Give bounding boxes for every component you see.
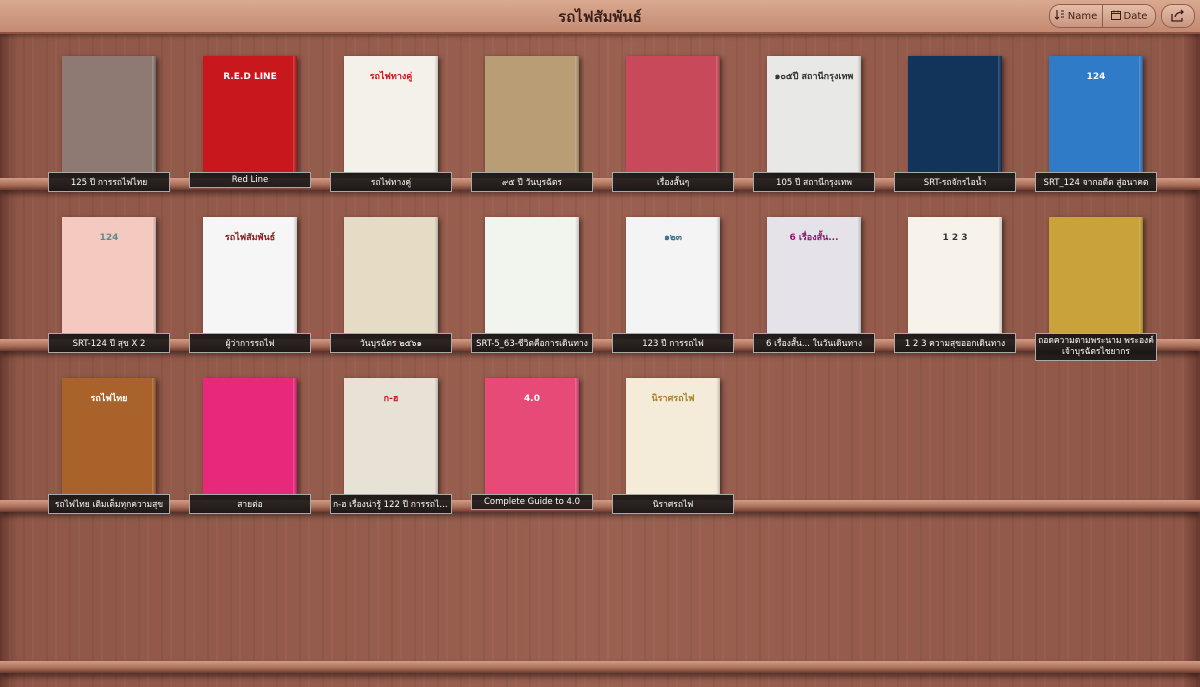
book-title-label[interactable]: SRT_124 จากอดีต สู่อนาคต: [1035, 172, 1157, 192]
share-icon: [1171, 7, 1185, 26]
book-title-label[interactable]: Complete Guide to 4.0: [471, 494, 593, 510]
book-cover[interactable]: 4.0: [485, 378, 579, 494]
book-title-label[interactable]: ๙๕ ปี วันบุรฉัตร: [471, 172, 593, 192]
book-cover-text: 124: [99, 233, 119, 243]
book-title-label[interactable]: สายต่อ: [189, 494, 311, 514]
sort-by-name-button[interactable]: Name: [1050, 5, 1102, 27]
book-title-label[interactable]: SRT-รถจักรไอน้ำ: [894, 172, 1016, 192]
book-title-label[interactable]: รถไฟทางคู่: [330, 172, 452, 192]
book-cover[interactable]: ๑๐๕ปี สถานีกรุงเทพ: [767, 56, 861, 172]
book-cover-text: ๑๐๕ปี สถานีกรุงเทพ: [774, 72, 854, 82]
book-cover[interactable]: 124: [62, 217, 156, 333]
book-cover[interactable]: [62, 56, 156, 172]
book-cover-text: 6 เรื่องสั้น...: [789, 233, 839, 243]
book-cover[interactable]: 124: [1049, 56, 1143, 172]
sort-date-label: Date: [1123, 10, 1148, 22]
book-title-label[interactable]: 125 ปี การรถไฟไทย: [48, 172, 170, 192]
book-title-label[interactable]: 105 ปี สถานีกรุงเทพ: [753, 172, 875, 192]
shelf-board: [0, 500, 1200, 512]
book-cover[interactable]: [626, 56, 720, 172]
share-button[interactable]: [1161, 4, 1195, 28]
book-cover[interactable]: [203, 378, 297, 494]
book-title-label[interactable]: SRT-124 ปี สุข X 2: [48, 333, 170, 353]
sort-name-label: Name: [1067, 10, 1098, 22]
book-title-label[interactable]: 123 ปี การรถไฟ: [612, 333, 734, 353]
book-cover[interactable]: [1049, 217, 1143, 333]
book-cover[interactable]: รถไฟทางคู่: [344, 56, 438, 172]
calendar-icon: [1110, 10, 1121, 23]
book-title-label[interactable]: วันบุรฉัตร ๒๕๖๑: [330, 333, 452, 353]
book-title-label[interactable]: 6 เรื่องสั้น... ในวันเดินทาง: [753, 333, 875, 353]
book-title-label[interactable]: รถไฟไทย เติมเต็มทุกความสุข: [48, 494, 170, 514]
book-cover[interactable]: [485, 56, 579, 172]
book-cover[interactable]: [908, 56, 1002, 172]
shelf-board: [0, 339, 1200, 351]
book-title-label[interactable]: Red Line: [189, 172, 311, 188]
book-cover[interactable]: 6 เรื่องสั้น...: [767, 217, 861, 333]
shelf-board: [0, 178, 1200, 190]
book-title-label[interactable]: นิราศรถไฟ: [612, 494, 734, 514]
sort-control: Name Date: [1049, 4, 1156, 28]
book-cover-text: นิราศรถไฟ: [651, 394, 695, 404]
shelf-board: [0, 661, 1200, 673]
book-cover[interactable]: R.E.D LINE: [203, 56, 297, 172]
book-title-label[interactable]: SRT-5_63-ชีวิตคือการเดินทาง: [471, 333, 593, 353]
book-cover-text: ๑๒๓: [664, 233, 682, 243]
book-cover-text: รถไฟไทย: [90, 394, 128, 404]
book-cover-text: ก-ฮ: [383, 394, 399, 404]
sort-az-icon: [1054, 9, 1065, 23]
book-cover[interactable]: ก-ฮ: [344, 378, 438, 494]
book-cover-text: 1 2 3: [942, 233, 968, 243]
sort-by-date-button[interactable]: Date: [1102, 5, 1155, 27]
book-cover-text: 124: [1086, 72, 1106, 82]
book-title-label[interactable]: ก-ฮ เรื่องน่ารู้ 122 ปี การรถไฟฯ: [330, 494, 452, 514]
book-cover[interactable]: รถไฟไทย: [62, 378, 156, 494]
book-title-label[interactable]: เรื่องสั้นๆ: [612, 172, 734, 192]
toolbar: รถไฟสัมพันธ์ Name Date: [0, 0, 1200, 34]
book-cover-text: รถไฟทางคู่: [369, 72, 413, 82]
book-cover[interactable]: รถไฟสัมพันธ์: [203, 217, 297, 333]
book-cover-text: R.E.D LINE: [223, 72, 277, 82]
book-cover[interactable]: 1 2 3: [908, 217, 1002, 333]
book-title-label[interactable]: ถอดความตามพระนาม พระองค์เจ้าบุรฉัตรไชยาก…: [1035, 333, 1157, 361]
book-cover-text: 4.0: [524, 394, 540, 404]
book-cover-text: รถไฟสัมพันธ์: [224, 233, 276, 243]
book-cover[interactable]: ๑๒๓: [626, 217, 720, 333]
bookshelf: 125 ปี การรถไฟไทย R.E.D LINE Red Line รถไฟท…: [0, 34, 1200, 687]
book-cover[interactable]: [485, 217, 579, 333]
book-title-label[interactable]: ผู้ว่าการรถไฟ: [189, 333, 311, 353]
book-cover[interactable]: นิราศรถไฟ: [626, 378, 720, 494]
book-cover[interactable]: [344, 217, 438, 333]
page-title: รถไฟสัมพันธ์: [558, 8, 642, 26]
book-title-label[interactable]: 1 2 3 ความสุขออกเดินทาง: [894, 333, 1016, 353]
